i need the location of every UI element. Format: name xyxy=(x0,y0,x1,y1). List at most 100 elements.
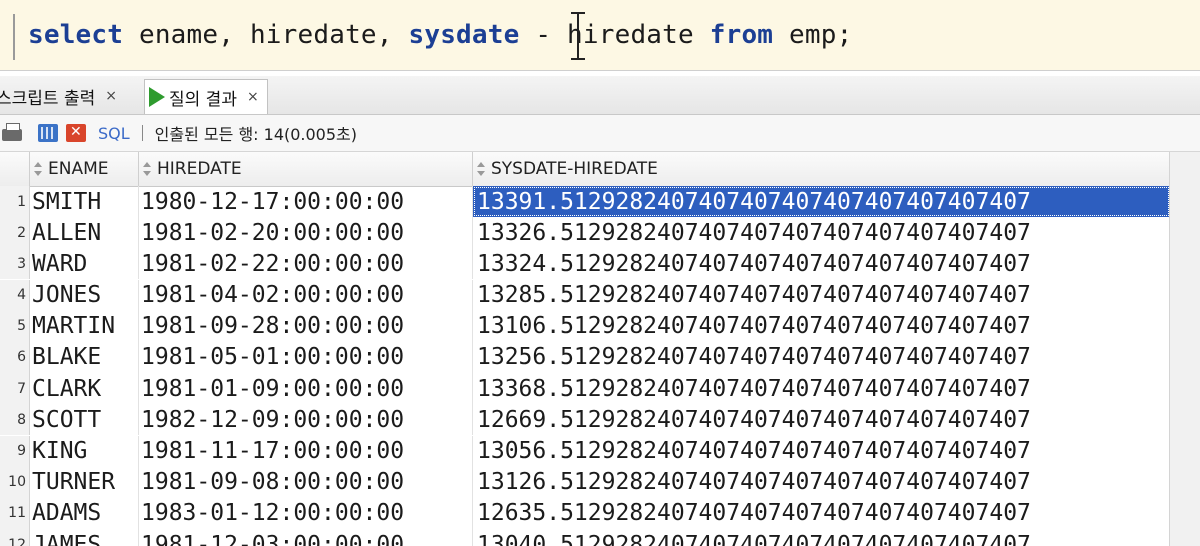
table-row[interactable]: 8 SCOTT 1982-12-09:00:00:00 12669.512928240… xyxy=(0,404,1200,436)
grid-header: ENAME HIREDATE SYSDATE-HIREDATE xyxy=(0,152,1170,187)
column-header-hiredate[interactable]: HIREDATE xyxy=(139,152,473,186)
row-number: 5 xyxy=(0,310,30,342)
run-play-icon xyxy=(149,87,165,107)
cell-ename[interactable]: WARD xyxy=(30,248,139,280)
result-toolbar: SQL 인출된 모든 행: 14(0.005초) xyxy=(0,115,1200,152)
sql-button[interactable]: SQL xyxy=(98,124,130,143)
cell-ename[interactable]: JONES xyxy=(30,279,139,311)
cell-hiredate[interactable]: 1981-05-01:00:00:00 xyxy=(139,341,473,373)
grid-rows: 1 SMITH 1980-12-17:00:00:00 13391.512928240… xyxy=(0,186,1200,546)
row-number: 7 xyxy=(0,373,30,405)
table-row[interactable]: 7 CLARK 1981-01-09:00:00:00 13368.512928240… xyxy=(0,373,1200,405)
cell-sysdate-hiredate[interactable]: 13285.5129282407407407407407407407407407 xyxy=(473,279,1170,311)
cell-hiredate[interactable]: 1981-04-02:00:00:00 xyxy=(139,279,473,311)
row-number: 10 xyxy=(0,466,30,498)
text-cursor-bottom xyxy=(571,58,585,60)
sort-icon xyxy=(143,162,151,176)
tab-label: 질의 결과 xyxy=(169,89,237,110)
close-icon[interactable]: × xyxy=(247,89,259,105)
cell-hiredate[interactable]: 1981-09-08:00:00:00 xyxy=(139,466,473,498)
cell-hiredate[interactable]: 1983-01-12:00:00:00 xyxy=(139,497,473,529)
cell-hiredate[interactable]: 1981-02-20:00:00:00 xyxy=(139,217,473,249)
row-number: 3 xyxy=(0,248,30,280)
sql-editor[interactable]: select ename, hiredate, sysdate - hireda… xyxy=(0,0,1200,71)
cell-sysdate-hiredate[interactable]: 13326.5129282407407407407407407407407407 xyxy=(473,217,1170,249)
cell-sysdate-hiredate[interactable]: 13126.5129282407407407407407407407407407 xyxy=(473,466,1170,498)
cell-hiredate[interactable]: 1982-12-09:00:00:00 xyxy=(139,404,473,436)
cell-hiredate[interactable]: 1981-12-03:00:00:00 xyxy=(139,529,473,546)
clear-grid-icon[interactable] xyxy=(66,124,86,142)
cell-sysdate-hiredate[interactable]: 13391.5129282407407407407407407407407407 xyxy=(473,186,1170,217)
freeze-grid-icon[interactable] xyxy=(38,124,58,142)
sql-text: ename, hiredate, xyxy=(123,20,409,50)
printer-icon[interactable] xyxy=(2,123,22,141)
cell-ename[interactable]: CLARK xyxy=(30,373,139,405)
cell-ename[interactable]: ADAMS xyxy=(30,497,139,529)
cell-ename[interactable]: SCOTT xyxy=(30,404,139,436)
cell-ename[interactable]: MARTIN xyxy=(30,310,139,342)
cell-ename[interactable]: TURNER xyxy=(30,466,139,498)
table-row[interactable]: 2 ALLEN 1981-02-20:00:00:00 13326.512928240… xyxy=(0,217,1200,249)
cell-ename[interactable]: JAMES xyxy=(30,529,139,546)
cell-sysdate-hiredate[interactable]: 13368.5129282407407407407407407407407407 xyxy=(473,373,1170,405)
cell-hiredate[interactable]: 1981-02-22:00:00:00 xyxy=(139,248,473,280)
sort-icon xyxy=(477,162,485,176)
table-row[interactable]: 3 WARD 1981-02-22:00:00:00 13324.5129282407… xyxy=(0,248,1200,280)
text-cursor xyxy=(577,12,579,60)
column-header-label: SYSDATE-HIREDATE xyxy=(491,159,658,179)
tab-script-output[interactable]: 스크립트 출력 × xyxy=(0,80,117,112)
table-row[interactable]: 4 JONES 1981-04-02:00:00:00 13285.512928240… xyxy=(0,279,1200,311)
sql-keyword: sysdate xyxy=(408,20,520,50)
row-number: 8 xyxy=(0,404,30,436)
cell-sysdate-hiredate[interactable]: 13106.5129282407407407407407407407407407 xyxy=(473,310,1170,342)
row-number: 1 xyxy=(0,186,30,217)
table-row[interactable]: 12 JAMES 1981-12-03:00:00:00 13040.51292824… xyxy=(0,529,1200,546)
rownum-header xyxy=(0,152,30,186)
cell-hiredate[interactable]: 1981-11-17:00:00:00 xyxy=(139,435,473,467)
row-number: 9 xyxy=(0,435,30,467)
cell-ename[interactable]: ALLEN xyxy=(30,217,139,249)
cell-ename[interactable]: KING xyxy=(30,435,139,467)
row-number: 12 xyxy=(0,529,30,546)
toolbar-divider xyxy=(141,125,143,141)
table-row[interactable]: 9 KING 1981-11-17:00:00:00 13056.5129282407… xyxy=(0,435,1200,467)
fetch-status: 인출된 모든 행: 14(0.005초) xyxy=(154,125,358,144)
cell-hiredate[interactable]: 1980-12-17:00:00:00 xyxy=(139,186,473,217)
row-number: 6 xyxy=(0,341,30,373)
sql-code-line[interactable]: select ename, hiredate, sysdate - hireda… xyxy=(28,20,852,50)
sql-keyword: select xyxy=(28,20,124,50)
cell-hiredate[interactable]: 1981-09-28:00:00:00 xyxy=(139,310,473,342)
tab-label: 스크립트 출력 xyxy=(0,88,96,109)
tab-query-result[interactable]: 질의 결과 × xyxy=(144,79,268,114)
table-row[interactable]: 5 MARTIN 1981-09-28:00:00:00 13106.51292824… xyxy=(0,310,1200,342)
cell-hiredate[interactable]: 1981-01-09:00:00:00 xyxy=(139,373,473,405)
row-number: 11 xyxy=(0,497,30,529)
cell-sysdate-hiredate[interactable]: 13256.5129282407407407407407407407407407 xyxy=(473,341,1170,373)
row-number: 2 xyxy=(0,217,30,249)
column-header-sysdate-hiredate[interactable]: SYSDATE-HIREDATE xyxy=(473,152,1170,186)
column-header-label: ENAME xyxy=(48,159,109,179)
editor-gutter-line xyxy=(13,14,15,60)
cell-ename[interactable]: BLAKE xyxy=(30,341,139,373)
table-row[interactable]: 1 SMITH 1980-12-17:00:00:00 13391.512928240… xyxy=(0,186,1200,217)
cell-sysdate-hiredate[interactable]: 13040.5129282407407407407407407407407407 xyxy=(473,529,1170,546)
cell-sysdate-hiredate[interactable]: 12635.5129282407407407407407407407407407 xyxy=(473,497,1170,529)
row-number: 4 xyxy=(0,279,30,311)
vertical-scrollbar[interactable] xyxy=(1169,152,1200,546)
result-grid[interactable]: ENAME HIREDATE SYSDATE-HIREDATE 1 SMITH 19… xyxy=(0,152,1200,546)
table-row[interactable]: 6 BLAKE 1981-05-01:00:00:00 13256.512928240… xyxy=(0,341,1200,373)
cell-sysdate-hiredate[interactable]: 12669.5129282407407407407407407407407407 xyxy=(473,404,1170,436)
result-tabs-bar: 스크립트 출력 × 질의 결과 × xyxy=(0,76,1200,115)
sql-text: - hiredate xyxy=(519,20,710,50)
table-row[interactable]: 11 ADAMS 1983-01-12:00:00:00 12635.51292824… xyxy=(0,497,1200,529)
cell-sysdate-hiredate[interactable]: 13056.5129282407407407407407407407407407 xyxy=(473,435,1170,467)
close-icon[interactable]: × xyxy=(105,88,117,104)
sql-text: emp; xyxy=(773,20,853,50)
column-header-ename[interactable]: ENAME xyxy=(30,152,139,186)
cell-ename[interactable]: SMITH xyxy=(30,186,139,217)
column-header-label: HIREDATE xyxy=(157,159,242,179)
sql-keyword: from xyxy=(709,20,774,50)
sort-icon xyxy=(34,162,42,176)
table-row[interactable]: 10 TURNER 1981-09-08:00:00:00 13126.5129282… xyxy=(0,466,1200,498)
cell-sysdate-hiredate[interactable]: 13324.5129282407407407407407407407407407 xyxy=(473,248,1170,280)
